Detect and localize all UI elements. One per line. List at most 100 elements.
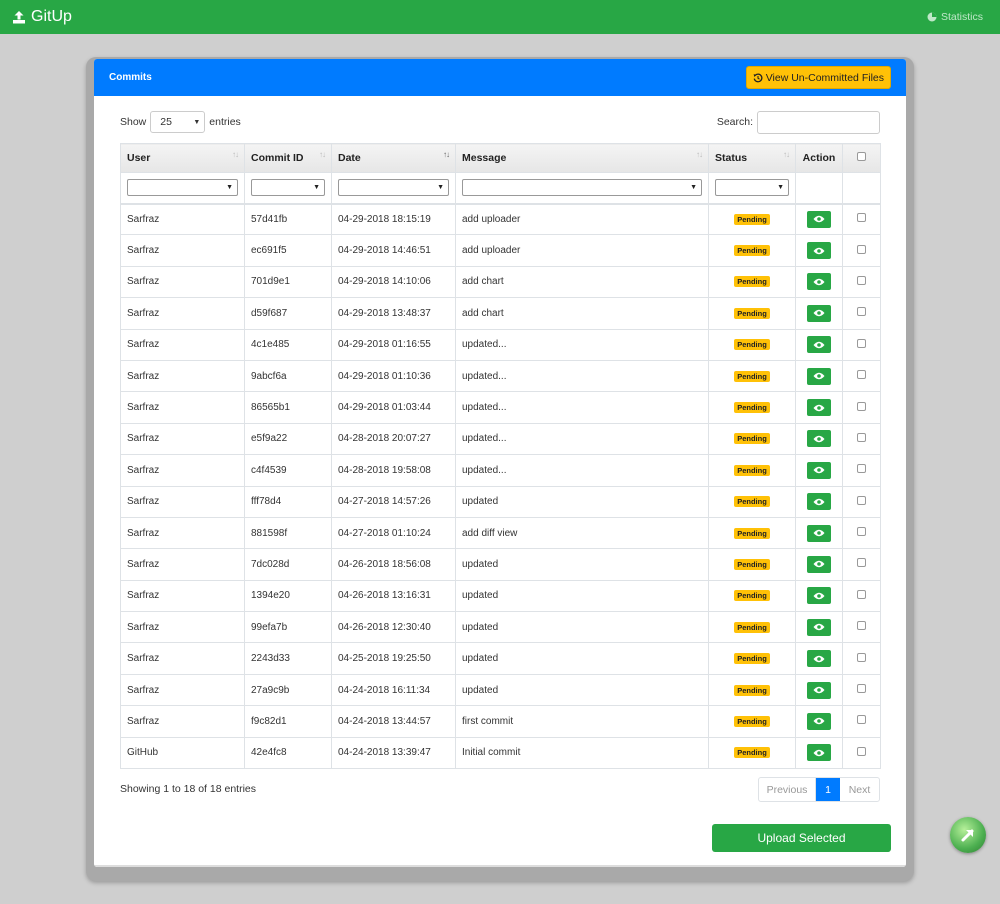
row-checkbox[interactable] xyxy=(857,244,866,254)
row-checkbox[interactable] xyxy=(857,652,866,662)
row-checkbox[interactable] xyxy=(857,275,866,285)
commit-id-cell: 701d9e1 xyxy=(244,265,332,299)
column-header-message[interactable]: Message ↑↓ xyxy=(455,143,709,173)
status-cell: Pending xyxy=(708,579,796,613)
user-cell: Sarfraz xyxy=(120,642,245,675)
view-commit-button[interactable] xyxy=(807,242,831,260)
row-checkbox[interactable] xyxy=(857,213,866,223)
select-cell xyxy=(842,297,881,330)
row-checkbox[interactable] xyxy=(857,464,866,474)
row-checkbox[interactable] xyxy=(857,715,866,725)
select-cell xyxy=(842,422,881,456)
filter-cell-empty xyxy=(842,172,881,204)
row-checkbox[interactable] xyxy=(857,589,866,599)
eye-icon xyxy=(813,247,825,254)
status-cell: Pending xyxy=(708,516,796,550)
select-all-checkbox[interactable] xyxy=(857,152,866,161)
view-commit-button[interactable] xyxy=(807,744,831,762)
message-cell: updated xyxy=(455,673,709,707)
view-commit-button[interactable] xyxy=(807,304,831,322)
previous-page-button[interactable]: Previous xyxy=(759,778,816,801)
view-commit-button[interactable] xyxy=(807,650,831,668)
view-commit-button[interactable] xyxy=(807,336,831,354)
table-row: Sarfraz 2243d33 04-25-2018 19:25:50 updated… xyxy=(120,642,881,675)
status-badge: Pending xyxy=(734,527,770,539)
search-input[interactable] xyxy=(757,110,880,134)
date-cell: 04-29-2018 13:48:37 xyxy=(331,297,456,330)
entries-select[interactable]: 25 ▼ xyxy=(150,111,206,133)
user-cell: Sarfraz xyxy=(120,265,245,299)
table-row: Sarfraz fff78d4 04-27-2018 14:57:26 updated… xyxy=(120,485,881,518)
row-checkbox[interactable] xyxy=(857,401,866,411)
eye-icon xyxy=(813,404,825,411)
select-all-cell xyxy=(842,143,881,173)
date-cell: 04-29-2018 14:10:06 xyxy=(331,265,456,299)
row-checkbox[interactable] xyxy=(857,746,866,756)
action-cell xyxy=(795,516,843,550)
action-cell xyxy=(795,705,843,738)
navbar: GitUp Statistics xyxy=(0,0,1000,34)
row-checkbox[interactable] xyxy=(857,307,866,317)
floating-action-button[interactable] xyxy=(950,817,986,853)
view-commit-button[interactable] xyxy=(807,681,831,699)
filter-date-select[interactable]: ▼ xyxy=(338,179,449,197)
view-commit-button[interactable] xyxy=(807,587,831,605)
table-controls: Show 25 ▼ entries Search: xyxy=(120,110,880,134)
filter-status-select[interactable]: ▼ xyxy=(715,179,789,197)
select-cell xyxy=(842,642,881,675)
filter-message-select[interactable]: ▼ xyxy=(462,179,702,197)
status-cell: Pending xyxy=(708,611,796,644)
column-header-commit-id[interactable]: Commit ID ↑↓ xyxy=(244,143,332,173)
filter-cell: ▼ xyxy=(708,172,796,204)
statistics-link[interactable]: Statistics xyxy=(927,11,983,23)
column-header-user[interactable]: User ↑↓ xyxy=(120,143,245,173)
column-header-date[interactable]: Date ↑↓ xyxy=(331,143,456,173)
select-cell xyxy=(842,454,881,487)
upload-selected-button[interactable]: Upload Selected xyxy=(712,824,891,852)
view-commit-button[interactable] xyxy=(807,493,831,511)
select-cell xyxy=(842,516,881,550)
sort-desc-icon: ↑↓ xyxy=(443,150,450,159)
filter-commit-id-select[interactable]: ▼ xyxy=(251,179,325,197)
view-commit-button[interactable] xyxy=(807,555,831,573)
eye-icon xyxy=(813,718,825,725)
row-checkbox[interactable] xyxy=(857,684,866,694)
row-checkbox[interactable] xyxy=(857,338,866,348)
view-commit-button[interactable] xyxy=(807,367,831,385)
filter-user-select[interactable]: ▼ xyxy=(127,179,238,197)
status-badge: Pending xyxy=(734,339,770,351)
row-checkbox[interactable] xyxy=(857,370,866,380)
action-cell xyxy=(795,642,843,675)
row-checkbox[interactable] xyxy=(857,621,866,631)
view-commit-button[interactable] xyxy=(807,430,831,448)
next-page-button[interactable]: Next xyxy=(840,778,879,801)
row-checkbox[interactable] xyxy=(857,558,866,568)
row-checkbox[interactable] xyxy=(857,495,866,505)
history-icon xyxy=(753,72,763,82)
view-commit-button[interactable] xyxy=(807,524,831,542)
eye-icon xyxy=(813,529,825,537)
view-commit-button[interactable] xyxy=(807,618,831,636)
row-checkbox[interactable] xyxy=(857,432,866,442)
user-cell: Sarfraz xyxy=(120,359,245,393)
view-uncommitted-button[interactable]: View Un-Committed Files xyxy=(745,66,891,89)
brand-link[interactable]: GitUp xyxy=(12,8,72,26)
eye-icon xyxy=(813,435,825,443)
column-header-status[interactable]: Status ↑↓ xyxy=(708,143,796,173)
select-cell xyxy=(842,611,881,644)
status-cell: Pending xyxy=(708,485,796,518)
page-1-button[interactable]: 1 xyxy=(816,778,840,801)
row-checkbox[interactable] xyxy=(857,527,866,537)
action-cell xyxy=(795,234,843,267)
filter-cell: ▼ xyxy=(455,172,709,204)
view-commit-button[interactable] xyxy=(807,712,831,730)
table-header-row: User ↑↓ Commit ID ↑↓ Date ↑↓ Message ↑↓ Stat… xyxy=(120,143,881,173)
eye-icon xyxy=(813,310,825,317)
select-cell xyxy=(842,736,881,770)
commit-id-cell: 4c1e485 xyxy=(244,328,332,361)
date-cell: 04-25-2018 19:25:50 xyxy=(331,642,456,675)
view-commit-button[interactable] xyxy=(807,273,831,291)
view-commit-button[interactable] xyxy=(807,210,831,228)
view-commit-button[interactable] xyxy=(807,461,831,479)
view-commit-button[interactable] xyxy=(807,399,831,417)
